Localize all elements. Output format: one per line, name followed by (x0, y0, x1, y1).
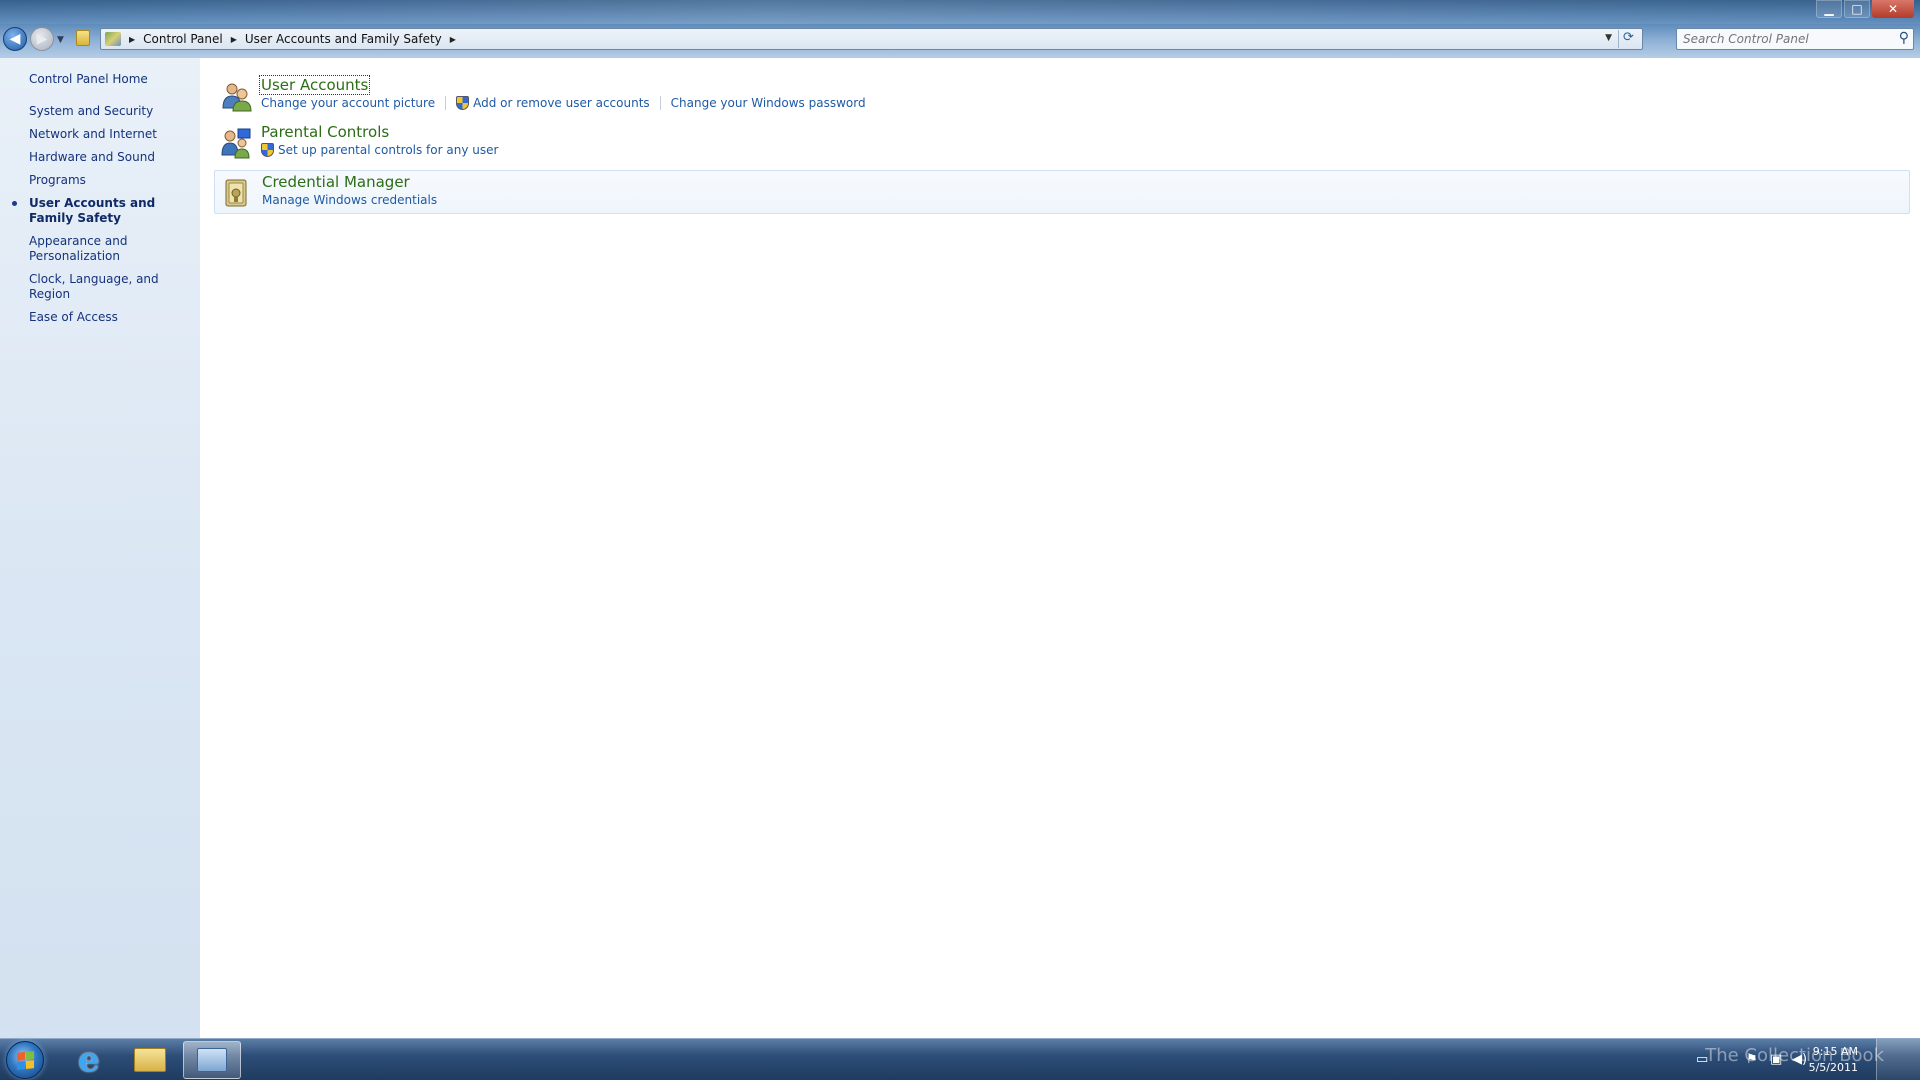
arrow-right-icon: ▶ (36, 31, 48, 47)
maximize-button[interactable]: □ (1844, 0, 1870, 18)
add-remove-user-accounts-link[interactable]: Add or remove user accounts (473, 96, 650, 110)
notification-area: The Collection Book ▭ ⚑ ▣ ◀) 9:15 AM 5/5… (1670, 1039, 1920, 1080)
taskbar-control-panel[interactable] (183, 1041, 241, 1079)
nav-item-ease-of-access[interactable]: Ease of Access (0, 310, 200, 325)
manage-windows-credentials-link[interactable]: Manage Windows credentials (262, 193, 437, 207)
change-windows-password-link[interactable]: Change your Windows password (671, 96, 866, 110)
internet-explorer-icon: e (78, 1040, 100, 1080)
category-list: System and Security Network and Internet… (0, 104, 200, 333)
recent-pages-dropdown[interactable]: ▼ (57, 35, 64, 45)
network-icon[interactable]: ▣ (1770, 1052, 1782, 1067)
category-credential-manager: Credential Manager Manage Windows creden… (214, 170, 1910, 214)
control-panel-icon (105, 32, 121, 46)
control-panel-icon (197, 1048, 227, 1072)
windows-explorer-icon (134, 1048, 166, 1072)
user-accounts-icon (222, 83, 252, 112)
window-titlebar: ▁ □ ✕ ◀ ▶ ▼ ▶ Control Panel ▶ User Accou… (0, 0, 1920, 58)
start-button[interactable] (6, 1041, 44, 1079)
credential-manager-links: Manage Windows credentials (262, 193, 437, 207)
windows-logo-icon (16, 1050, 34, 1070)
content-area: User Accounts Change your account pictur… (200, 58, 1920, 1038)
forward-button[interactable]: ▶ (30, 27, 54, 51)
set-up-parental-controls-link[interactable]: Set up parental controls for any user (278, 143, 498, 157)
nav-item-network-and-internet[interactable]: Network and Internet (0, 127, 200, 142)
credential-manager-title-link[interactable]: Credential Manager (262, 173, 410, 191)
nav-item-hardware-and-sound[interactable]: Hardware and Sound (0, 150, 200, 165)
search-box[interactable]: ⚲ (1676, 28, 1914, 50)
user-accounts-title-link[interactable]: User Accounts (259, 75, 371, 95)
network-printer-icon[interactable]: ▭ (1696, 1052, 1708, 1067)
parental-controls-links: Set up parental controls for any user (261, 143, 498, 157)
bullet-icon (12, 201, 17, 206)
search-icon[interactable]: ⚲ (1899, 30, 1909, 46)
parental-controls-title-link[interactable]: Parental Controls (261, 123, 389, 141)
nav-item-programs[interactable]: Programs (0, 173, 200, 188)
address-dropdown-icon[interactable]: ▼ (1605, 33, 1612, 43)
address-bar[interactable]: ▶ Control Panel ▶ User Accounts and Fami… (100, 28, 1643, 50)
change-account-picture-link[interactable]: Change your account picture (261, 96, 435, 110)
category-parental-controls: Parental Controls Set up parental contro… (214, 121, 1910, 165)
arrow-left-icon: ◀ (9, 31, 21, 47)
category-user-accounts: User Accounts Change your account pictur… (214, 74, 1910, 118)
back-button[interactable]: ◀ (3, 27, 27, 51)
uac-shield-icon (261, 143, 274, 157)
breadcrumb-separator-icon[interactable]: ▶ (129, 35, 135, 44)
taskbar-windows-explorer[interactable] (121, 1041, 179, 1079)
minimize-button[interactable]: ▁ (1816, 0, 1842, 18)
breadcrumb-separator-icon[interactable]: ▶ (450, 35, 456, 44)
folder-icon (76, 30, 90, 46)
nav-item-label: User Accounts and Family Safety (29, 196, 156, 225)
close-button[interactable]: ✕ (1872, 0, 1914, 18)
breadcrumb-control-panel[interactable]: Control Panel (143, 32, 223, 46)
window-controls: ▁ □ ✕ (1816, 0, 1914, 18)
clock-date[interactable]: 5/5/2011 (1809, 1061, 1858, 1074)
control-panel-home-link[interactable]: Control Panel Home (29, 72, 148, 86)
credential-manager-icon (225, 179, 247, 207)
show-desktop-button[interactable] (1876, 1039, 1920, 1080)
taskbar: e The Collection Book ▭ ⚑ ▣ ◀) 9:15 AM 5… (0, 1038, 1920, 1080)
refresh-button[interactable]: ⟳ (1618, 30, 1638, 48)
nav-item-system-and-security[interactable]: System and Security (0, 104, 200, 119)
uac-shield-icon (456, 96, 470, 110)
breadcrumb-user-accounts[interactable]: User Accounts and Family Safety (245, 32, 442, 46)
search-input[interactable] (1677, 29, 1877, 49)
navigation-pane: Control Panel Home System and Security N… (0, 58, 200, 1038)
clock-time[interactable]: 9:15 AM (1813, 1045, 1858, 1058)
volume-icon[interactable]: ◀) (1792, 1052, 1807, 1067)
taskbar-internet-explorer[interactable]: e (60, 1040, 118, 1080)
action-center-flag-icon[interactable]: ⚑ (1746, 1052, 1758, 1067)
breadcrumb-separator-icon[interactable]: ▶ (231, 35, 237, 44)
parental-controls-icon (221, 128, 251, 159)
user-accounts-links: Change your account picture Add or remov… (261, 96, 866, 110)
nav-item-appearance[interactable]: Appearance and Personalization (0, 234, 200, 264)
nav-item-clock-language-region[interactable]: Clock, Language, and Region (0, 272, 200, 302)
nav-item-user-accounts[interactable]: User Accounts and Family Safety (0, 196, 200, 226)
